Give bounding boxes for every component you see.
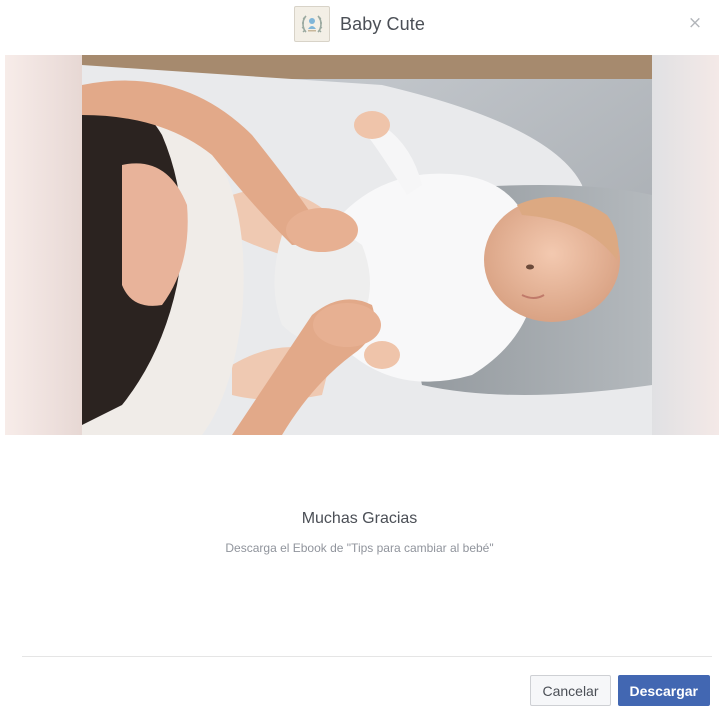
hero-photo [82,55,652,435]
share-dialog: Baby Cute × Muchas Gracias Descarga el E… [0,0,719,720]
dialog-header: Baby Cute × [0,0,719,48]
message-subtitle: Descarga el Ebook de "Tips para cambiar … [225,541,494,555]
cancel-button[interactable]: Cancelar [530,675,611,706]
footer-actions: Cancelar Descargar [530,675,710,706]
footer-divider [22,656,712,657]
close-icon[interactable]: × [685,13,705,33]
brand: Baby Cute [294,6,425,42]
message-content: Muchas Gracias Descarga el Ebook de "Tip… [0,510,719,555]
download-button[interactable]: Descargar [617,675,710,706]
baby-laurel-logo-icon [294,6,331,42]
message-title: Muchas Gracias [301,510,418,527]
hero-image [5,55,719,435]
brand-name: Baby Cute [340,13,425,34]
